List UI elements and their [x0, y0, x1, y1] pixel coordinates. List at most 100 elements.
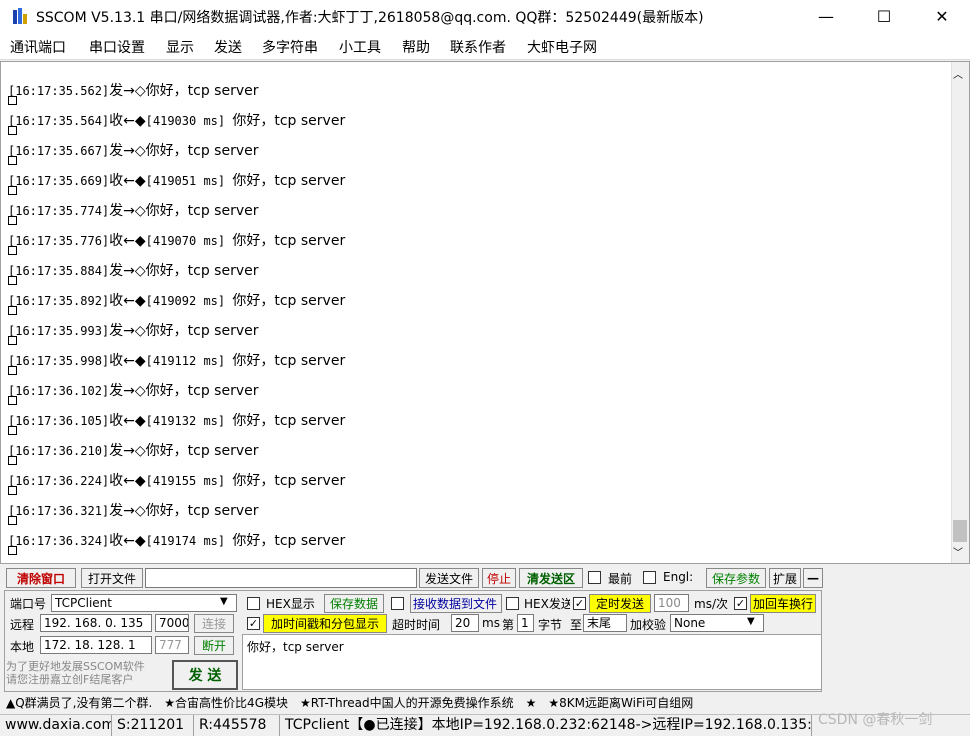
- newline-box-icon: [8, 336, 17, 345]
- timestamp-button[interactable]: 加时间戳和分包显示: [263, 614, 387, 633]
- status-site[interactable]: www.daxia.com: [2, 715, 112, 736]
- log-direction: 发→◇: [109, 503, 146, 519]
- timeout-input[interactable]: 20: [451, 614, 479, 632]
- timed-send-checkbox[interactable]: ✓: [573, 597, 586, 610]
- port-select[interactable]: TCPClient: [51, 594, 237, 612]
- add-crlf-button[interactable]: 加回车换行: [750, 594, 816, 613]
- file-path-input[interactable]: [145, 568, 417, 588]
- scroll-down-icon[interactable]: ﹀: [953, 544, 963, 559]
- interval-input[interactable]: 100: [654, 594, 689, 612]
- log-line: [16:17:36.321]发→◇你好，tcp server: [8, 500, 259, 520]
- log-timestamp: [16:17:35.667]: [8, 144, 110, 158]
- topmost-checkbox[interactable]: [588, 571, 601, 584]
- log-message: 你好，tcp server: [232, 413, 346, 429]
- save-data-button[interactable]: 保存数据: [324, 594, 384, 613]
- timestamp-checkbox[interactable]: ✓: [247, 617, 260, 630]
- save-params-button[interactable]: 保存参数: [706, 568, 766, 588]
- log-message: 你好，tcp server: [145, 383, 259, 399]
- log-line: [16:17:36.324]收←◆[419174 ms] 你好，tcp serv…: [8, 530, 345, 550]
- log-line: [16:17:35.562]发→◇你好，tcp server: [8, 80, 259, 100]
- log-direction: 收←◆: [109, 533, 146, 549]
- send-file-button[interactable]: 发送文件: [419, 568, 479, 588]
- promo-text: 为了更好地发展SSCOM软件 请您注册嘉立创F结尾客户: [6, 660, 145, 686]
- log-elapsed: [419155 ms]: [145, 474, 233, 488]
- log-elapsed: [419132 ms]: [145, 414, 233, 428]
- menu-tools[interactable]: 小工具: [339, 37, 381, 57]
- menu-comm-port[interactable]: 通讯端口: [10, 37, 66, 57]
- log-message: 你好，tcp server: [145, 503, 259, 519]
- chevron-down-icon[interactable]: ▼: [220, 596, 228, 607]
- log-message: 你好，tcp server: [232, 293, 346, 309]
- menu-daxia-site[interactable]: 大虾电子网: [527, 37, 597, 57]
- minimize-button[interactable]: —: [798, 0, 854, 32]
- log-timestamp: [16:17:36.224]: [8, 474, 110, 488]
- remote-port-input[interactable]: 7000: [155, 614, 189, 632]
- log-message: 你好，tcp server: [232, 113, 346, 129]
- log-timestamp: [16:17:36.210]: [8, 444, 110, 458]
- port-label: 端口号: [10, 597, 47, 611]
- menu-serial-settings[interactable]: 串口设置: [89, 37, 145, 57]
- log-message: 你好，tcp server: [145, 203, 259, 219]
- collapse-button[interactable]: —: [803, 568, 823, 588]
- log-message: 你好，tcp server: [145, 83, 259, 99]
- timed-send-button[interactable]: 定时发送: [589, 594, 651, 613]
- log-line: [16:17:36.105]收←◆[419132 ms] 你好，tcp serv…: [8, 410, 345, 430]
- status-recv-count: R:445578: [196, 715, 280, 736]
- hex-display-checkbox[interactable]: [247, 597, 260, 610]
- recv-to-file-checkbox[interactable]: [391, 597, 404, 610]
- log-line: [16:17:36.224]收←◆[419155 ms] 你好，tcp serv…: [8, 470, 345, 490]
- log-line: [16:17:35.774]发→◇你好，tcp server: [8, 200, 259, 220]
- log-line: [16:17:36.102]发→◇你好，tcp server: [8, 380, 259, 400]
- timeout-label: 超时时间: [392, 618, 441, 632]
- newline-box-icon: [8, 396, 17, 405]
- log-line: [16:17:35.884]发→◇你好，tcp server: [8, 260, 259, 280]
- scroll-up-icon[interactable]: ︿: [953, 66, 963, 81]
- send-text-area[interactable]: 你好，tcp server: [242, 634, 822, 690]
- open-file-button[interactable]: 打开文件: [81, 568, 143, 588]
- log-timestamp: [16:17:35.884]: [8, 264, 110, 278]
- log-timestamp: [16:17:35.892]: [8, 294, 110, 308]
- recv-to-file-button[interactable]: 接收数据到文件: [410, 594, 502, 613]
- remote-ip-input[interactable]: 192. 168. 0. 135: [40, 614, 152, 632]
- tail-select[interactable]: 末尾: [583, 614, 627, 632]
- hex-send-label: HEX发送: [524, 597, 570, 611]
- log-message: 你好，tcp server: [232, 233, 346, 249]
- log-message: 你好，tcp server: [232, 353, 346, 369]
- disconnect-button[interactable]: 断开: [194, 636, 234, 655]
- status-connection: TCPclient【●已连接】本地IP=192.168.0.232:62148-…: [282, 715, 812, 736]
- close-button[interactable]: ✕: [914, 0, 970, 32]
- log-message: 你好，tcp server: [232, 173, 346, 189]
- local-port-input[interactable]: 777: [155, 636, 189, 654]
- checksum-chevron-icon[interactable]: ▼: [747, 616, 755, 627]
- newline-box-icon: [8, 546, 17, 555]
- menu-help[interactable]: 帮助: [402, 37, 430, 57]
- nth-label: 第: [502, 618, 515, 632]
- local-ip-select[interactable]: 172. 18. 128. 1: [40, 636, 152, 654]
- clear-send-area-button[interactable]: 清发送区: [519, 568, 583, 588]
- log-scrollbar[interactable]: [951, 62, 969, 563]
- newline-box-icon: [8, 246, 17, 255]
- english-checkbox[interactable]: [643, 571, 656, 584]
- log-direction: 收←◆: [109, 353, 146, 369]
- stop-button[interactable]: 停止: [482, 568, 516, 588]
- scrollbar-thumb[interactable]: [953, 520, 967, 542]
- to-label: 至: [570, 618, 583, 632]
- add-crlf-checkbox[interactable]: ✓: [734, 597, 747, 610]
- log-elapsed: [419051 ms]: [145, 174, 233, 188]
- menu-display[interactable]: 显示: [166, 37, 194, 57]
- log-direction: 发→◇: [109, 383, 146, 399]
- log-line: [16:17:36.210]发→◇你好，tcp server: [8, 440, 259, 460]
- menu-contact-author[interactable]: 联系作者: [450, 37, 506, 57]
- nth-input[interactable]: 1: [517, 614, 534, 632]
- log-direction: 收←◆: [109, 413, 146, 429]
- menu-send[interactable]: 发送: [214, 37, 242, 57]
- title-bar: SSCOM V5.13.1 串口/网络数据调试器,作者:大虾丁丁,2618058…: [0, 0, 970, 32]
- log-line: [16:17:35.667]发→◇你好，tcp server: [8, 140, 259, 160]
- clear-window-button[interactable]: 清除窗口: [6, 568, 76, 588]
- connect-button[interactable]: 连接: [194, 614, 234, 633]
- send-button[interactable]: 发 送: [172, 660, 238, 690]
- maximize-button[interactable]: ☐: [856, 0, 912, 32]
- hex-send-checkbox[interactable]: [506, 597, 519, 610]
- menu-multi-string[interactable]: 多字符串: [262, 37, 318, 57]
- expand-button[interactable]: 扩展: [769, 568, 801, 588]
